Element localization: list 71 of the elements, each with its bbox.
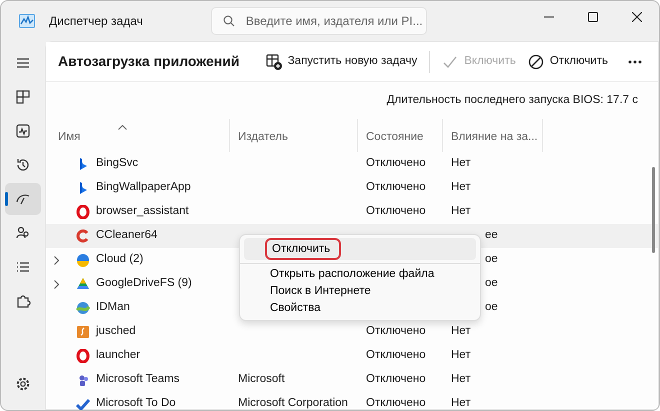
- status-text: Отключено: [366, 180, 426, 196]
- column-header[interactable]: Имя: [46, 119, 230, 152]
- app-name: BingSvc: [96, 156, 138, 172]
- impact-text: Нет: [451, 348, 471, 364]
- app-name: Microsoft To Do: [96, 396, 176, 410]
- menu-item[interactable]: Свойства: [244, 300, 476, 317]
- settings-icon: [15, 376, 31, 392]
- globe-icon: [76, 301, 90, 315]
- page-title: Автозагрузка приложений: [58, 53, 240, 70]
- toolbar-button[interactable]: Запустить новую задачу: [260, 48, 424, 74]
- app-name: Cloud (2): [96, 252, 144, 268]
- grid-icon: [15, 89, 31, 105]
- app-icon: [19, 14, 35, 28]
- status-text: Отключено: [366, 156, 426, 172]
- sort-caret-icon: [118, 125, 127, 130]
- app-name: jusched: [96, 324, 136, 340]
- toolbar-button[interactable]: Отключить: [522, 48, 614, 74]
- app-name: Microsoft Teams: [96, 372, 180, 388]
- window-title: Диспетчер задач: [49, 13, 143, 30]
- status-text: Отключено: [366, 372, 426, 388]
- new-task-icon: [266, 54, 282, 70]
- impact-text: Нет: [451, 372, 471, 388]
- ring-icon: [76, 205, 90, 219]
- status-text: Отключено: [366, 324, 426, 340]
- status-text: Отключено: [366, 204, 426, 220]
- c-logo-icon: [76, 229, 90, 243]
- app-name: CCleaner64: [96, 228, 158, 244]
- impact-text: ее: [485, 228, 498, 244]
- expand-chevron-icon: [54, 256, 59, 264]
- cloud-icon: [76, 253, 90, 267]
- scrollbar[interactable]: [652, 167, 655, 253]
- triangle-icon: [76, 277, 90, 291]
- disable-icon: [528, 54, 544, 70]
- more-icon: [628, 60, 642, 64]
- pulse-icon: [15, 123, 31, 139]
- app-name: IDMan: [96, 300, 130, 316]
- expand-chevron-icon: [54, 280, 59, 288]
- app-name: BingWallpaperApp: [96, 180, 191, 196]
- bios-time-text: Длительность последнего запуска BIOS: 17.7 с: [386, 92, 638, 108]
- search-icon: [222, 15, 235, 27]
- impact-text: Нет: [451, 180, 471, 196]
- impact-text: Нет: [451, 324, 471, 340]
- ring-icon: [76, 349, 90, 363]
- impact-text: Нет: [451, 396, 471, 410]
- search-field[interactable]: Введите имя, издателя или PI...: [210, 7, 427, 35]
- checkmark-icon: [76, 397, 90, 410]
- menu-item[interactable]: Поиск в Интернете: [244, 283, 476, 300]
- impact-text: ое: [485, 252, 498, 268]
- maximize-icon: [588, 12, 598, 22]
- column-header[interactable]: Издатель: [230, 119, 358, 152]
- impact-text: ое: [485, 300, 498, 316]
- column-header[interactable]: Влияние на за...: [443, 119, 543, 152]
- app-name: launcher: [96, 348, 140, 364]
- publisher-text: Microsoft Corporation: [238, 396, 348, 410]
- users-icon: [15, 225, 31, 241]
- publisher-text: Microsoft: [238, 372, 285, 388]
- impact-text: Нет: [451, 156, 471, 172]
- history-icon: [15, 157, 31, 173]
- minimize-icon: [544, 16, 554, 18]
- app-name: browser_assistant: [96, 204, 189, 220]
- app-name: GoogleDriveFS (9): [96, 276, 192, 292]
- impact-text: ое: [485, 276, 498, 292]
- column-header[interactable]: Состояние: [358, 119, 443, 152]
- menu-item[interactable]: Отключить: [244, 238, 476, 260]
- status-text: Отключено: [366, 396, 426, 410]
- java-icon: [76, 325, 90, 339]
- puzzle-icon: [15, 293, 31, 309]
- menu-item[interactable]: Открыть расположение файла: [244, 266, 476, 283]
- impact-text: Нет: [451, 204, 471, 220]
- close-icon: [632, 12, 642, 22]
- status-text: Отключено: [366, 348, 426, 364]
